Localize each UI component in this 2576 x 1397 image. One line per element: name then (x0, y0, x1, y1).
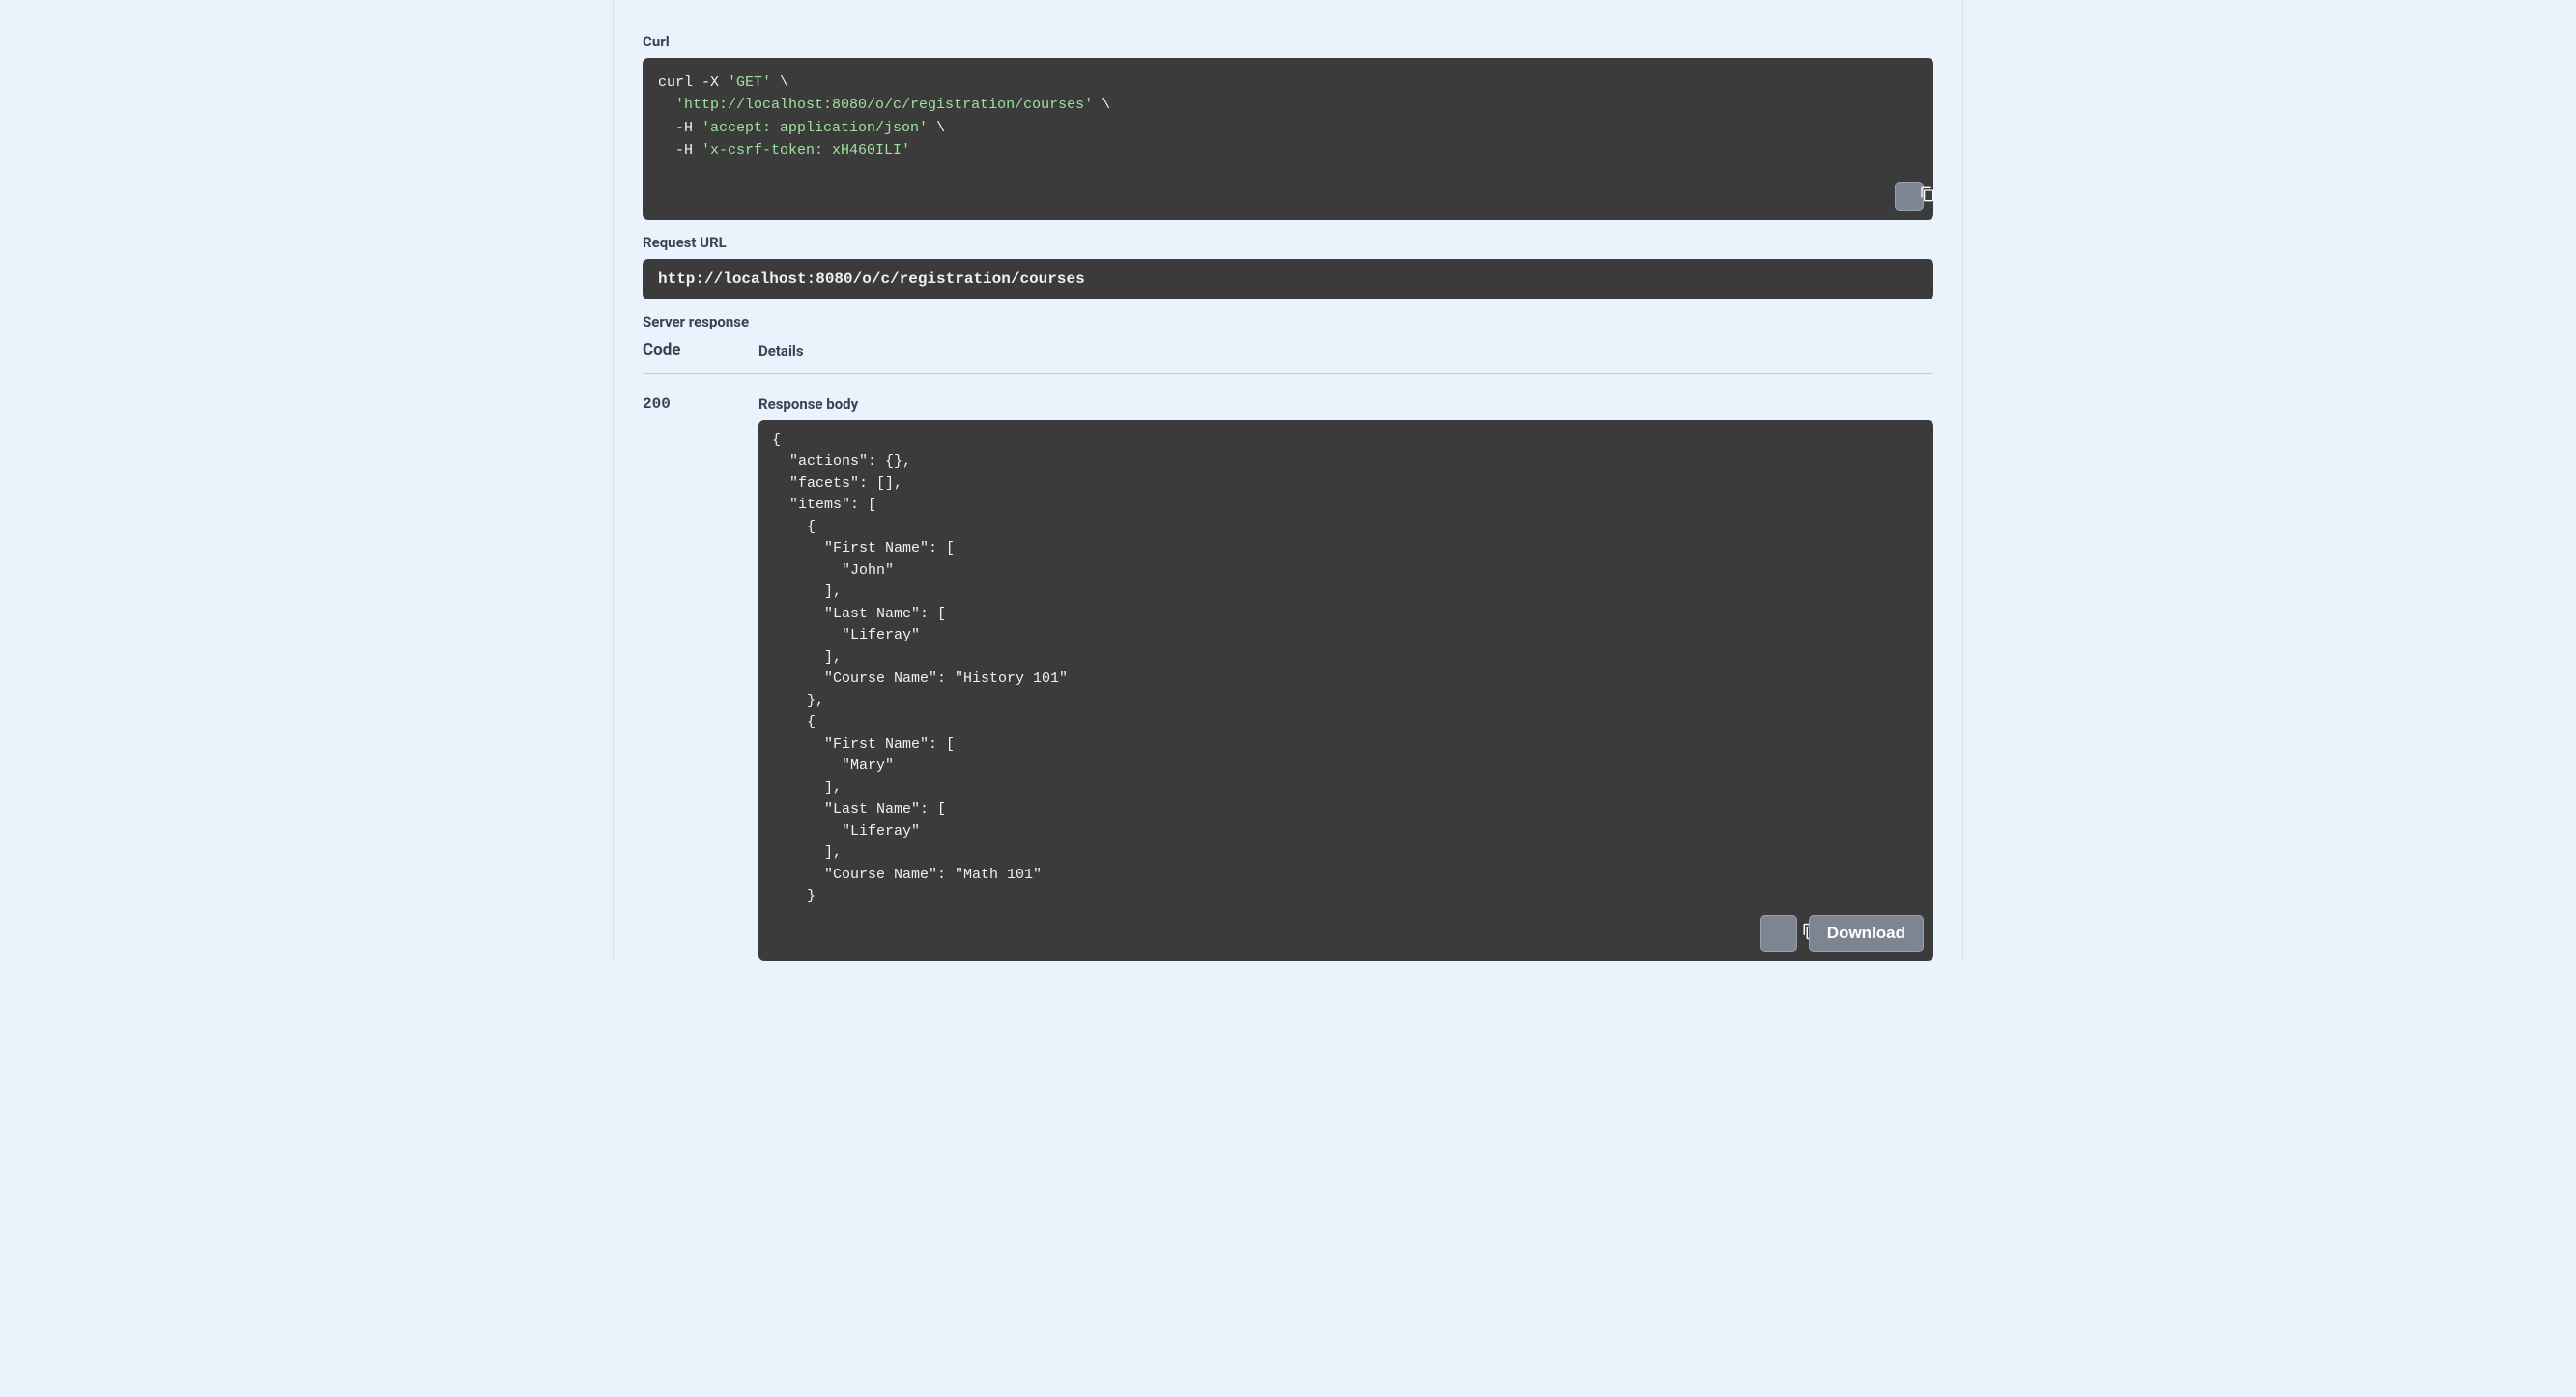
response-body-codeblock: { "actions": {}, "facets": [], "items": … (758, 420, 1933, 961)
curl-label: Curl (643, 33, 1933, 50)
curl-codeblock: curl -X 'GET' \ 'http://localhost:8080/o… (643, 58, 1933, 220)
details-column-header: Details (758, 342, 804, 359)
download-button-label: Download (1827, 924, 1905, 943)
code-column-header: Code (643, 340, 701, 359)
response-row: 200 Response body { "actions": {}, "face… (643, 374, 1933, 961)
response-panel: Curl curl -X 'GET' \ 'http://localhost:8… (613, 0, 1963, 961)
response-table: Code Details 200 Response body { "action… (643, 340, 1933, 961)
copy-response-button[interactable] (1760, 915, 1797, 952)
copy-curl-button[interactable] (1895, 182, 1924, 211)
response-status-code: 200 (643, 395, 701, 961)
request-url-value: http://localhost:8080/o/c/registration/c… (643, 259, 1933, 299)
server-response-label: Server response (643, 313, 1933, 330)
clipboard-icon (1737, 908, 1819, 957)
response-details: Response body { "actions": {}, "facets":… (758, 395, 1933, 961)
response-table-header: Code Details (643, 340, 1933, 374)
request-url-label: Request URL (643, 234, 1933, 251)
download-button[interactable]: Download (1809, 915, 1924, 952)
response-body-label: Response body (758, 395, 1933, 413)
clipboard-icon (1883, 172, 1933, 219)
